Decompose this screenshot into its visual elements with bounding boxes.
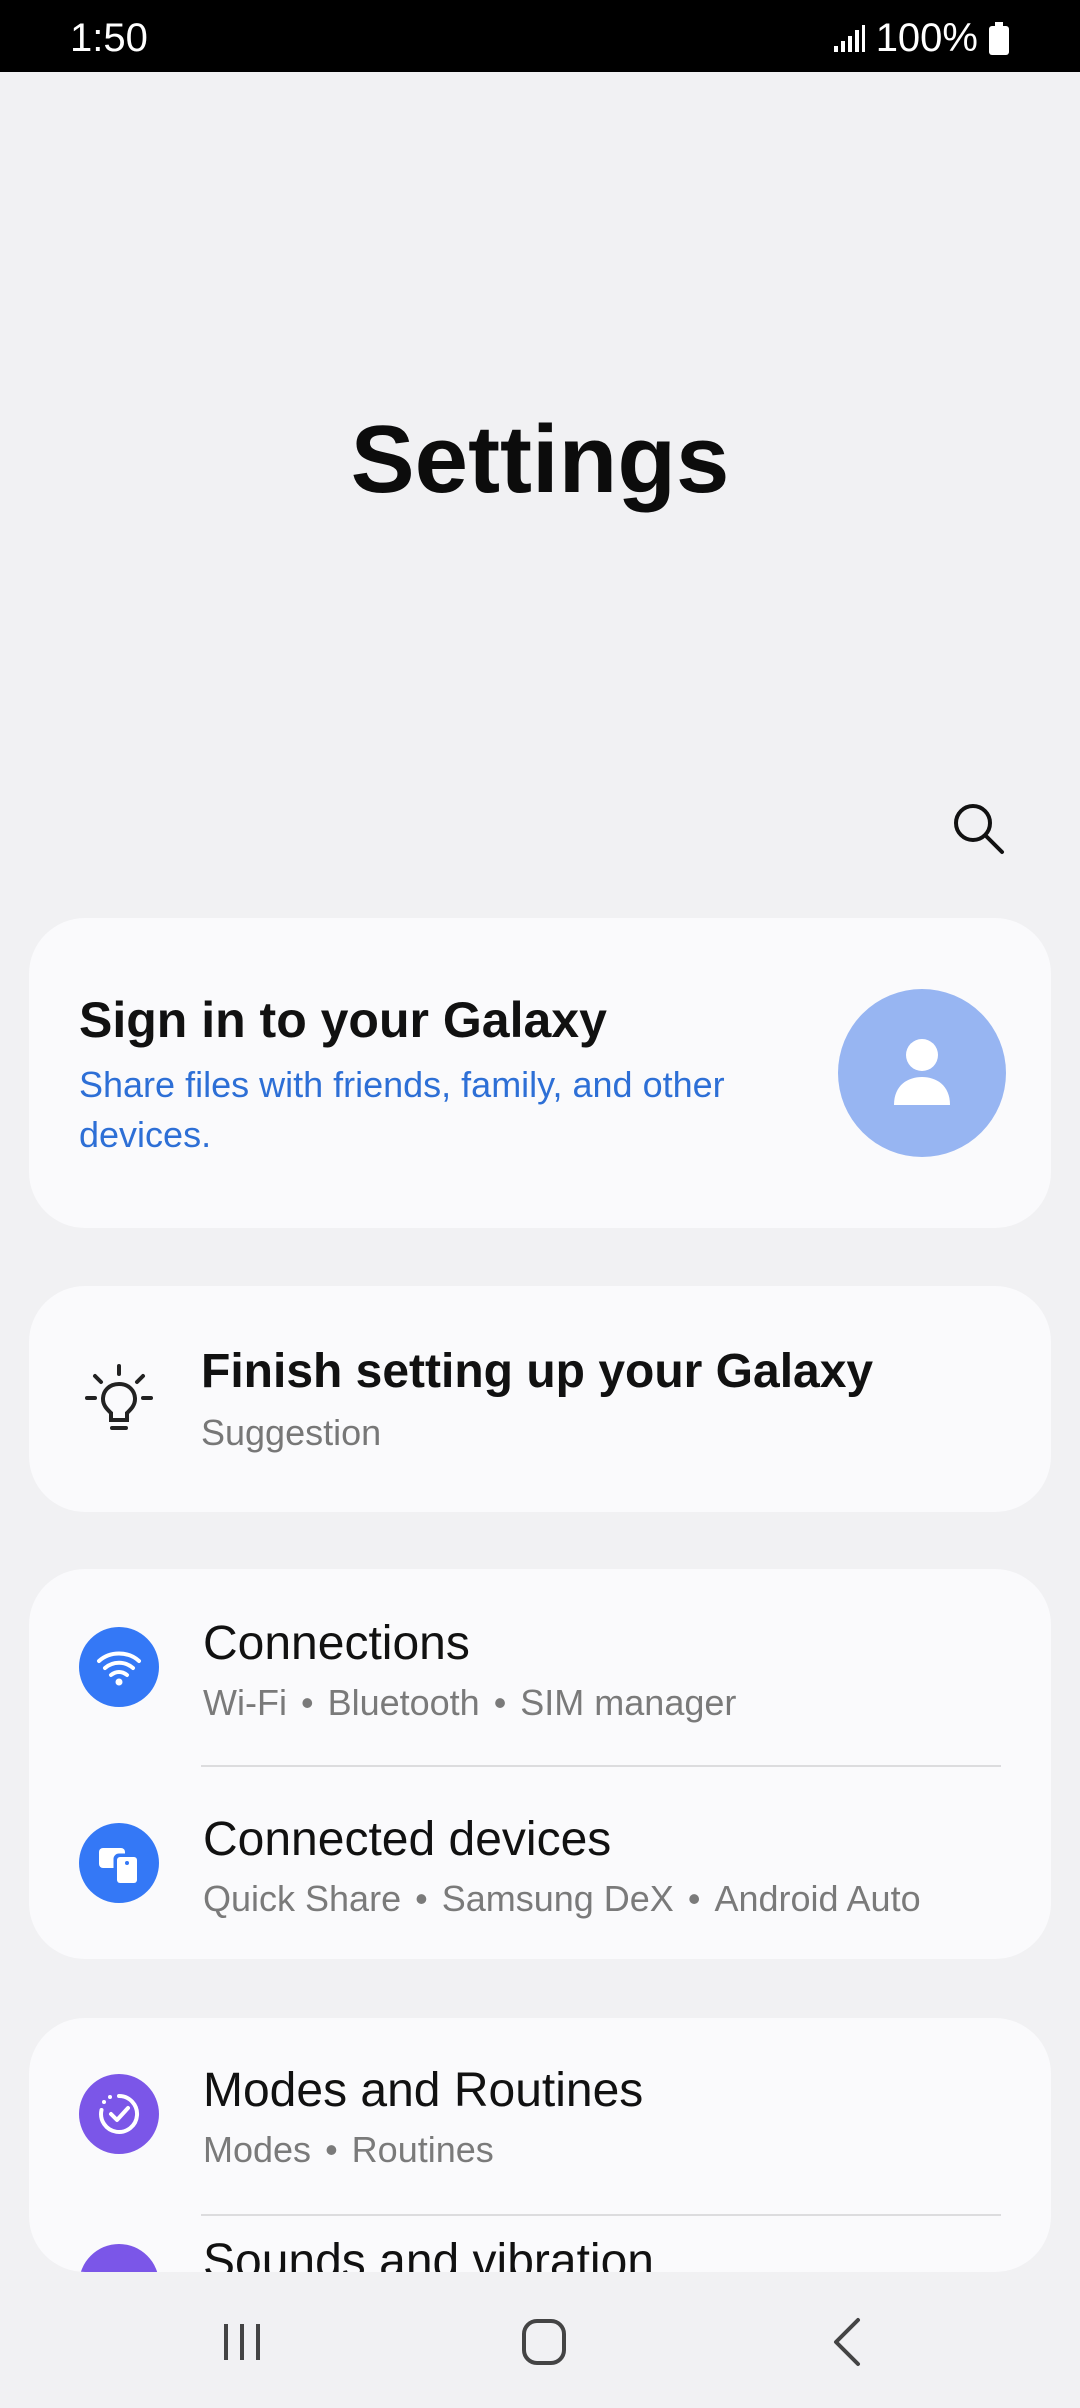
menu-item-title: Sounds and vibration (203, 2235, 654, 2272)
back-button[interactable] (806, 2312, 886, 2372)
wifi-icon (79, 1627, 159, 1707)
battery-percent: 100% (875, 16, 978, 60)
suggestion-title: Finish setting up your Galaxy (201, 1345, 874, 1398)
person-icon (894, 1039, 950, 1105)
signin-description: Share files with friends, family, and ot… (79, 1064, 725, 1155)
signin-card[interactable]: Sign in to your Galaxy Share files with … (29, 918, 1051, 1228)
menu-item-subtitle: Modes • Routines (203, 2129, 494, 2170)
status-time: 1:50 (70, 16, 148, 60)
navigation-bar (0, 2272, 1080, 2408)
menu-item-title: Connections (203, 1617, 470, 1670)
menu-item-subtitle: Quick Share • Samsung DeX • Android Auto (203, 1878, 921, 1919)
menu-item-title: Modes and Routines (203, 2064, 644, 2117)
settings-group-connections: Connections Wi-Fi • Bluetooth • SIM manager … (29, 1569, 1051, 1959)
search-icon[interactable] (950, 800, 1006, 856)
menu-item-connections[interactable]: Connections Wi-Fi • Bluetooth • SIM manager (29, 1569, 1051, 1765)
status-indicators: 100% (832, 16, 1010, 61)
menu-item-sounds-vibration[interactable]: Sounds and vibration (29, 2214, 1051, 2272)
back-icon (834, 2318, 860, 2366)
page-title: Settings (350, 406, 730, 513)
devices-icon (79, 1823, 159, 1903)
menu-item-subtitle: Wi-Fi • Bluetooth • SIM manager (203, 1682, 737, 1723)
home-icon (522, 2319, 566, 2365)
recents-button[interactable] (202, 2312, 282, 2372)
settings-group-modes: Modes and Routines Modes • Routines Sounds… (29, 2018, 1051, 2272)
home-button[interactable] (504, 2312, 584, 2372)
menu-item-connected-devices[interactable]: Connected devices Quick Share • Samsung De… (29, 1765, 1051, 1959)
suggestion-card[interactable]: Finish setting up your Galaxy Suggestion (29, 1286, 1051, 1512)
signal-icon (832, 24, 866, 54)
menu-item-title: Connected devices (203, 1813, 612, 1866)
status-bar: 1:50 100% (0, 0, 1080, 72)
battery-icon (988, 21, 1010, 56)
recents-icon (224, 2324, 260, 2360)
avatar[interactable] (838, 989, 1006, 1157)
suggestion-subtitle: Suggestion (201, 1412, 382, 1453)
routines-icon (79, 2074, 159, 2154)
lightbulb-icon (83, 1362, 155, 1434)
signin-title: Sign in to your Galaxy (79, 992, 607, 1048)
sound-icon (79, 2244, 159, 2272)
menu-item-modes-routines[interactable]: Modes and Routines Modes • Routines (29, 2018, 1051, 2214)
